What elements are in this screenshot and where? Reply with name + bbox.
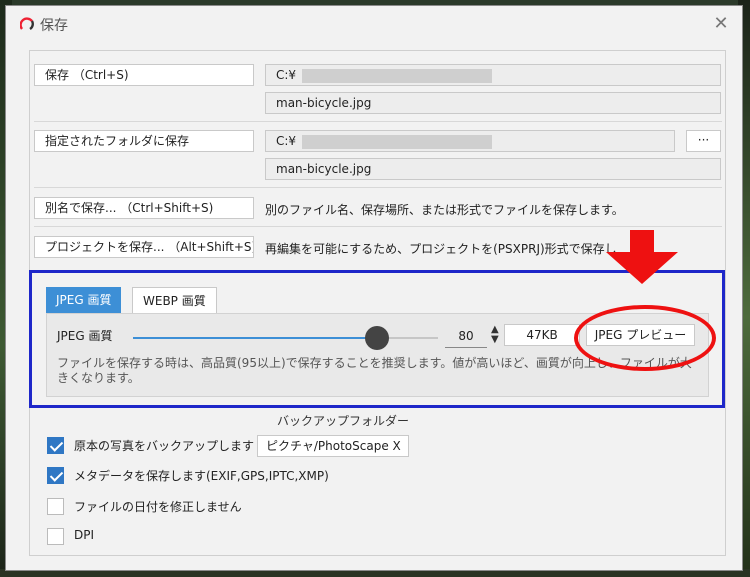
app-logo-icon [20, 17, 34, 31]
quality-spinner-icon[interactable]: ▲ ▼ [491, 325, 499, 345]
divider [34, 226, 722, 227]
save-filename-field: man-bicycle.jpg [265, 92, 721, 114]
save-as-description: 別のファイル名、保存場所、または形式でファイルを保存します。 [265, 203, 624, 217]
close-icon[interactable]: ✕ [710, 13, 732, 35]
keep-file-date-checkbox[interactable] [47, 498, 64, 515]
backup-original-label: 原本の写真をバックアップします [74, 439, 255, 453]
quality-settings-frame: JPEG 画質 WEBP 画質 JPEG 画質 80 ▲ ▼ 47KB JPEG … [29, 270, 725, 408]
dpi-label: DPI [74, 528, 95, 542]
keep-file-date-label: ファイルの日付を修正しません [74, 500, 242, 514]
tab-jpeg-quality[interactable]: JPEG 画質 [46, 287, 122, 313]
backup-original-checkbox[interactable] [47, 437, 64, 454]
divider [34, 187, 722, 188]
backup-folder-label: バックアップフォルダー [277, 414, 410, 428]
jpeg-quality-label: JPEG 画質 [57, 329, 113, 343]
tab-webp-quality[interactable]: WEBP 画質 [132, 287, 217, 313]
redacted-path [302, 68, 493, 83]
quality-slider-fill [133, 337, 377, 339]
save-metadata-checkbox[interactable] [47, 467, 64, 484]
title-bar: 保存 ✕ [6, 6, 742, 42]
save-metadata-label: メタデータを保存します(EXIF,GPS,IPTC,XMP) [74, 469, 329, 483]
save-dialog: 保存 ✕ 保存 （Ctrl+S) C:¥ man-bicycle.jpg 指定さ… [5, 5, 743, 571]
quality-tab-body: JPEG 画質 80 ▲ ▼ 47KB JPEG プレビュー ファイルを保存する時… [46, 313, 709, 397]
save-path-field: C:¥ [265, 64, 721, 86]
save-options-panel: 保存 （Ctrl+S) C:¥ man-bicycle.jpg 指定されたフォル… [29, 50, 726, 556]
save-to-folder-button[interactable]: 指定されたフォルダに保存 [34, 130, 254, 152]
jpeg-preview-button[interactable]: JPEG プレビュー [586, 324, 695, 346]
file-size-display: 47KB [504, 324, 580, 346]
window-title: 保存 [40, 18, 68, 34]
save-as-button[interactable]: 別名で保存... （Ctrl+Shift+S) [34, 197, 254, 219]
save-path-text: C:¥ [276, 68, 297, 82]
folder-path-field: C:¥ [265, 130, 675, 152]
folder-path-text: C:¥ [276, 134, 297, 148]
dpi-checkbox[interactable] [47, 528, 64, 545]
quality-slider-thumb[interactable] [365, 326, 389, 350]
quality-value-input[interactable]: 80 [445, 325, 487, 348]
folder-filename-field: man-bicycle.jpg [265, 158, 721, 180]
quality-slider[interactable] [133, 326, 438, 350]
backup-folder-selector[interactable]: ピクチャ/PhotoScape X [257, 435, 409, 457]
quality-note: ファイルを保存する時は、高品質(95以上)で保存することを推奨します。値が高いほ… [57, 356, 692, 385]
browse-folder-button[interactable]: ··· [686, 130, 721, 152]
red-arrow-icon [606, 230, 678, 284]
save-project-button[interactable]: プロジェクトを保存... （Alt+Shift+S) [34, 236, 254, 258]
save-button[interactable]: 保存 （Ctrl+S) [34, 64, 254, 86]
redacted-path [302, 134, 493, 149]
save-project-description: 再編集を可能にするため、プロジェクトを(PSXPRJ)形式で保存し [265, 242, 617, 256]
divider [34, 121, 722, 122]
